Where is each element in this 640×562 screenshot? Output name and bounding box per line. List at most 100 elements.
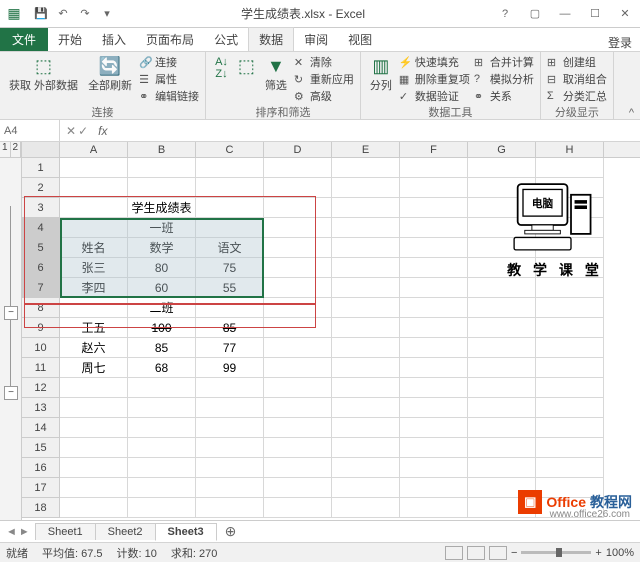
row-header[interactable]: 15 [22,438,60,458]
save-icon[interactable]: 💾 [32,5,50,23]
col-header-d[interactable]: D [264,142,332,157]
cell[interactable]: 77 [196,338,264,358]
what-if-button[interactable]: ?模拟分析 [474,71,534,87]
tab-view[interactable]: 视图 [338,28,382,51]
sheet-nav-next[interactable]: ► [19,526,30,538]
cell[interactable]: 赵六 [60,338,128,358]
data-validation-button[interactable]: ✓数据验证 [399,88,470,104]
col-header-c[interactable]: C [196,142,264,157]
col-header-g[interactable]: G [468,142,536,157]
view-normal-icon[interactable] [445,546,463,560]
cell[interactable]: 75 [196,258,264,278]
view-page-layout-icon[interactable] [467,546,485,560]
cell[interactable]: 100 [128,318,196,338]
ribbon-options-icon[interactable]: ▢ [520,4,550,24]
cell-h-name[interactable]: 姓名 [60,238,128,258]
row-header[interactable]: 7 [22,278,60,298]
refresh-all-button[interactable]: 🔄全部刷新 [85,54,135,95]
row-header[interactable]: 17 [22,478,60,498]
outline-level-1[interactable]: 1 [0,142,11,157]
properties-button[interactable]: ☰属性 [139,71,199,87]
close-icon[interactable]: ✕ [610,4,640,24]
cell-class2[interactable]: 二班 [128,298,196,318]
cell[interactable]: 60 [128,278,196,298]
enter-icon[interactable]: ✓ [78,124,88,138]
zoom-in-icon[interactable]: + [595,547,601,559]
row-header[interactable]: 11 [22,358,60,378]
connections-button[interactable]: 🔗连接 [139,54,199,70]
relations-button[interactable]: ⚭关系 [474,88,534,104]
collapse-ribbon-icon[interactable]: ^ [623,107,640,119]
tab-data[interactable]: 数据 [248,27,294,51]
fx-icon[interactable]: fx [94,124,111,138]
cell-class1[interactable]: 一班 [128,218,196,238]
row-header[interactable]: 12 [22,378,60,398]
worksheet-grid[interactable]: 1 2 − − A B C D E F G H 1 2 3学生成绩表 4一班 5… [0,142,640,520]
tab-formula[interactable]: 公式 [204,28,248,51]
clear-button[interactable]: ✕清除 [294,54,354,70]
tab-home[interactable]: 开始 [48,28,92,51]
undo-icon[interactable]: ↶ [54,5,72,23]
subtotal-button[interactable]: Σ分类汇总 [547,88,607,104]
row-header[interactable]: 10 [22,338,60,358]
zoom-level[interactable]: 100% [606,547,634,559]
zoom-slider[interactable] [521,551,591,554]
cell[interactable]: 85 [196,318,264,338]
row-header[interactable]: 1 [22,158,60,178]
cell[interactable]: 张三 [60,258,128,278]
edit-links-button[interactable]: ⚭编辑链接 [139,88,199,104]
row-header[interactable]: 2 [22,178,60,198]
cell[interactable]: 68 [128,358,196,378]
restore-icon[interactable]: ☐ [580,4,610,24]
cell[interactable]: 周七 [60,358,128,378]
reapply-button[interactable]: ↻重新应用 [294,71,354,87]
zoom-out-icon[interactable]: − [511,547,517,559]
cell[interactable]: 55 [196,278,264,298]
outline-collapse-2[interactable]: − [4,386,18,400]
row-header[interactable]: 14 [22,418,60,438]
row-header[interactable]: 5 [22,238,60,258]
cell[interactable]: 85 [128,338,196,358]
row-header[interactable]: 9 [22,318,60,338]
outline-collapse-1[interactable]: − [4,306,18,320]
group-button[interactable]: ⊞创建组 [547,54,607,70]
sheet-tab-1[interactable]: Sheet1 [35,523,96,540]
tab-review[interactable]: 审阅 [294,28,338,51]
sort-button[interactable]: ⬚ [235,54,258,79]
formula-input[interactable] [111,125,640,137]
ungroup-button[interactable]: ⊟取消组合 [547,71,607,87]
flash-fill-button[interactable]: ⚡快速填充 [399,54,470,70]
consolidate-button[interactable]: ⊞合并计算 [474,54,534,70]
sheet-nav-prev[interactable]: ◄ [6,526,17,538]
col-header-h[interactable]: H [536,142,604,157]
cell[interactable]: 李四 [60,278,128,298]
cell-h-math[interactable]: 数学 [128,238,196,258]
remove-duplicates-button[interactable]: ▦删除重复项 [399,71,470,87]
row-header[interactable]: 4 [22,218,60,238]
row-header[interactable]: 18 [22,498,60,518]
col-header-b[interactable]: B [128,142,196,157]
add-sheet-button[interactable]: ⊕ [217,523,245,540]
row-header[interactable]: 3 [22,198,60,218]
cell[interactable]: 99 [196,358,264,378]
row-header[interactable]: 16 [22,458,60,478]
sheet-tab-2[interactable]: Sheet2 [95,523,156,540]
select-all-corner[interactable] [22,142,60,157]
row-header[interactable]: 6 [22,258,60,278]
cell[interactable]: 80 [128,258,196,278]
cell-title[interactable]: 学生成绩表 [128,198,196,218]
sort-az-button[interactable]: A↓Z↓ [212,54,231,82]
view-page-break-icon[interactable] [489,546,507,560]
get-external-data-button[interactable]: ⬚获取 外部数据 [6,54,81,95]
cancel-icon[interactable]: ✕ [66,124,76,138]
tab-file[interactable]: 文件 [0,28,48,51]
col-header-a[interactable]: A [60,142,128,157]
row-header[interactable]: 13 [22,398,60,418]
name-box[interactable]: A4 [0,120,60,141]
col-header-e[interactable]: E [332,142,400,157]
cell-h-chn[interactable]: 语文 [196,238,264,258]
sheet-tab-3[interactable]: Sheet3 [155,523,217,541]
minimize-icon[interactable]: — [550,4,580,24]
login-link[interactable]: 登录 [608,34,632,51]
cell[interactable]: 王五 [60,318,128,338]
